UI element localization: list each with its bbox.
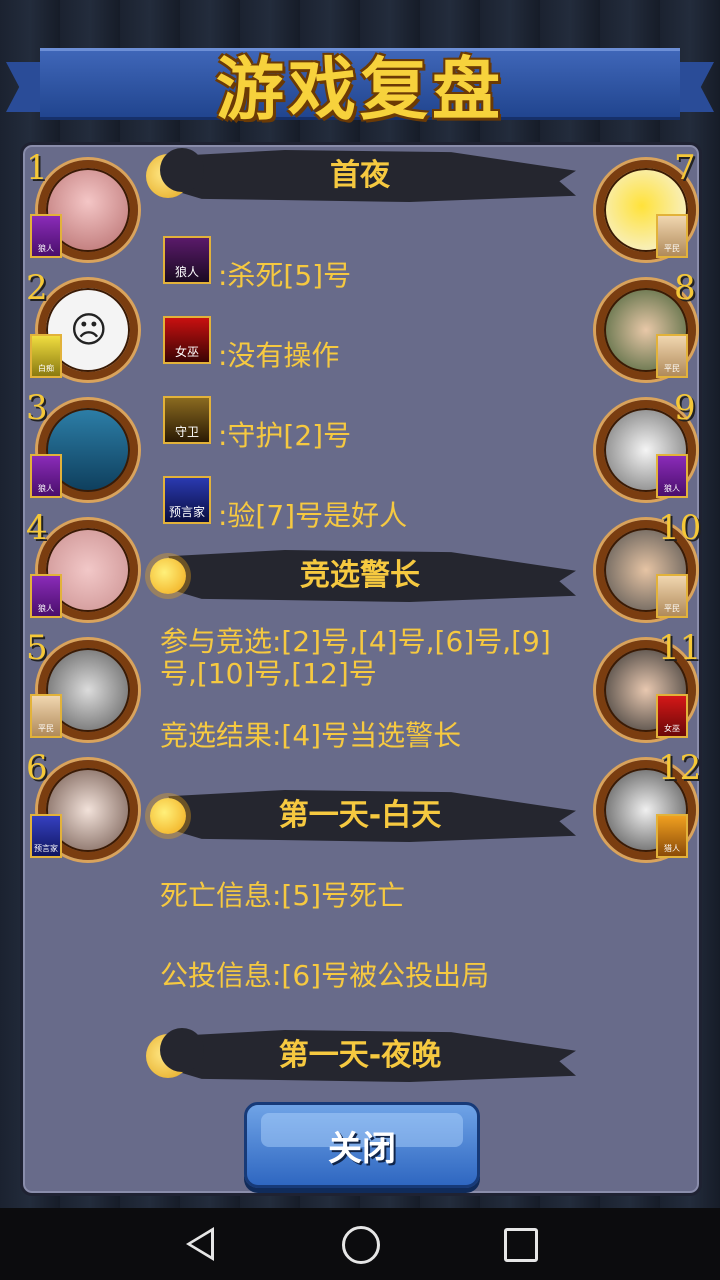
role-badge: 狼人	[30, 574, 62, 618]
sad-face-icon: ☹	[70, 310, 108, 351]
player-number: 2	[26, 268, 48, 308]
player-number: 8	[674, 268, 696, 308]
role-badge: 狼人	[656, 454, 688, 498]
role-badge: 猎人	[656, 814, 688, 858]
player-slot-2[interactable]: ☹ 白痴	[30, 280, 138, 380]
close-button[interactable]: 关闭	[244, 1102, 480, 1188]
action-text: :没有操作	[218, 339, 340, 372]
player-number: 4	[26, 508, 48, 548]
section-sheriff: 竞选警长	[300, 558, 420, 593]
player-number: 11	[658, 628, 702, 668]
role-badge: 狼人	[30, 214, 62, 258]
player-number: 9	[674, 388, 696, 428]
player-slot-1[interactable]: 狼人	[30, 160, 138, 260]
player-number: 6	[26, 748, 48, 788]
section-first-night: 首夜	[330, 158, 390, 193]
action-text: :守护[2]号	[218, 419, 352, 452]
witch-icon: 女巫	[163, 316, 211, 364]
page-title: 游戏复盘	[215, 50, 504, 130]
guard-icon: 守卫	[163, 396, 211, 444]
back-icon[interactable]	[186, 1227, 214, 1261]
role-badge: 平民	[30, 694, 62, 738]
seer-icon: 预言家	[163, 476, 211, 524]
death-info: 死亡信息:[5]号死亡	[160, 879, 406, 912]
sheriff-candidates: 参与竞选:[2]号,[4]号,[6]号,[9]号,[10]号,[12]号	[160, 625, 551, 690]
sheriff-result: 竞选结果:[4]号当选警长	[160, 719, 462, 752]
action-text: :杀死[5]号	[218, 259, 352, 292]
role-badge: 平民	[656, 214, 688, 258]
player-number: 7	[674, 148, 696, 188]
player-slot-3[interactable]: 狼人	[30, 400, 138, 500]
player-slot-6[interactable]: 预言家	[30, 760, 138, 860]
player-number: 12	[658, 748, 702, 788]
role-badge: 预言家	[30, 814, 62, 858]
section-day1: 第一天-白天	[278, 798, 442, 833]
player-number: 1	[26, 148, 48, 188]
role-badge: 白痴	[30, 334, 62, 378]
role-badge: 平民	[656, 334, 688, 378]
section-night1: 第一天-夜晚	[278, 1038, 442, 1073]
role-badge: 女巫	[656, 694, 688, 738]
recent-apps-icon[interactable]	[504, 1228, 538, 1262]
close-button-label: 关闭	[328, 1128, 396, 1169]
action-text: :验[7]号是好人	[218, 499, 408, 532]
player-slot-4[interactable]: 狼人	[30, 520, 138, 620]
home-icon[interactable]	[342, 1226, 380, 1264]
role-badge: 狼人	[30, 454, 62, 498]
vote-info: 公投信息:[6]号被公投出局	[160, 959, 490, 992]
player-number: 3	[26, 388, 48, 428]
player-slot-5[interactable]: 平民	[30, 640, 138, 740]
player-number: 10	[658, 508, 702, 548]
werewolf-icon: 狼人	[163, 236, 211, 284]
role-badge: 平民	[656, 574, 688, 618]
player-number: 5	[26, 628, 48, 668]
